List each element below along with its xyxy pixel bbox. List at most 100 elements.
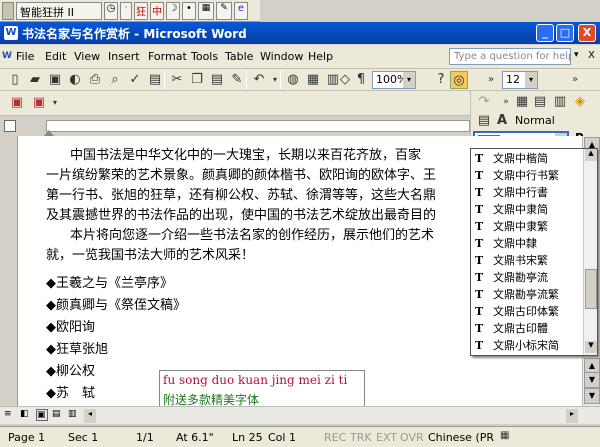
map-icon[interactable]: ◈: [571, 93, 589, 111]
status-ext[interactable]: EXT: [376, 431, 397, 444]
status-pages: 1/1: [136, 431, 154, 444]
hyperlink-icon[interactable]: ◍: [284, 71, 302, 89]
grip-icon[interactable]: [2, 2, 14, 20]
styles-pane-icon[interactable]: ▤: [475, 112, 493, 130]
menu-format[interactable]: Format: [148, 50, 187, 63]
truetype-icon: T: [475, 186, 484, 199]
scroll-up-icon[interactable]: ▲: [585, 149, 597, 161]
new-document-icon[interactable]: ▯: [6, 71, 24, 89]
format-painter-icon[interactable]: ✎: [228, 71, 246, 89]
font-item[interactable]: T 文鼎小标宋简: [475, 337, 559, 355]
minimize-button[interactable]: _: [536, 24, 554, 42]
menu-view[interactable]: View: [74, 50, 100, 63]
moon-icon[interactable]: ☽: [166, 2, 180, 20]
excel-icon[interactable]: ▤: [531, 93, 549, 111]
save-icon[interactable]: ▣: [46, 71, 64, 89]
font-item[interactable]: T 文鼎勘亭流: [475, 269, 548, 287]
scroll-down-icon[interactable]: ▼: [584, 388, 600, 404]
insert-table-icon[interactable]: ▦: [513, 93, 531, 111]
ime-mode-kuang[interactable]: 狂: [134, 2, 148, 20]
next-page-icon[interactable]: ▼: [584, 372, 600, 388]
web-view-icon[interactable]: ◧: [20, 409, 32, 421]
maximize-button[interactable]: □: [556, 24, 574, 42]
scroll-down-icon[interactable]: ▼: [585, 341, 597, 353]
pdf-icon[interactable]: ▣: [8, 94, 26, 112]
status-trk[interactable]: TRK: [350, 431, 372, 444]
read-icon[interactable]: ◎: [450, 71, 468, 89]
spelling-icon[interactable]: ✓: [126, 71, 144, 89]
close-button[interactable]: X: [578, 24, 596, 42]
menu-table[interactable]: Table: [225, 50, 253, 63]
menu-window[interactable]: Window: [260, 50, 303, 63]
clock-icon[interactable]: ◷: [104, 2, 118, 20]
keyboard-icon[interactable]: ▦: [198, 2, 214, 20]
print-icon[interactable]: ⎙: [86, 71, 104, 89]
menu-file[interactable]: File: [16, 50, 34, 63]
font-item[interactable]: T 文鼎中隸: [475, 235, 537, 253]
tab-selector[interactable]: [4, 120, 16, 132]
print-preview-icon[interactable]: ⌕: [106, 71, 124, 89]
toolbar-overflow-icon[interactable]: »: [482, 71, 500, 89]
menu-tools[interactable]: Tools: [191, 50, 218, 63]
dot-icon[interactable]: ·: [120, 2, 132, 20]
help-dropdown-icon[interactable]: ▾: [574, 50, 579, 60]
font-item[interactable]: T 文鼎古印體: [475, 320, 548, 338]
spelling-status-icon[interactable]: ▦: [500, 430, 514, 444]
settings-icon[interactable]: ✎: [216, 2, 232, 20]
status-rec[interactable]: REC: [324, 431, 346, 444]
font-item[interactable]: T 文鼎勘亭流繁: [475, 286, 559, 304]
doc-icon[interactable]: W: [2, 51, 14, 63]
style-value[interactable]: Normal: [515, 114, 555, 127]
font-item[interactable]: T 文鼎书宋繁: [475, 252, 548, 270]
menu-help[interactable]: Help: [308, 50, 333, 63]
toolbar-options-icon[interactable]: ▾: [46, 94, 64, 112]
font-item[interactable]: T 文鼎中隶繁: [475, 218, 548, 236]
show-hide-icon[interactable]: ¶: [352, 71, 370, 89]
font-item[interactable]: T 文鼎中行书繁: [475, 167, 559, 185]
font-item[interactable]: T 文鼎中楷简: [475, 150, 548, 168]
font-size-dropdown-icon[interactable]: ▾: [525, 72, 537, 88]
help-icon[interactable]: e: [234, 2, 248, 20]
close-document-icon[interactable]: X: [588, 50, 595, 61]
toolbar-overflow-icon-2[interactable]: »: [566, 71, 584, 89]
menu-edit[interactable]: Edit: [45, 50, 66, 63]
print-view-icon[interactable]: ▣: [36, 409, 48, 421]
reading-view-icon[interactable]: ▥: [68, 409, 80, 421]
pinyin-input[interactable]: fu song duo kuan jing mei zi ti: [163, 373, 347, 387]
word-app-icon[interactable]: W: [4, 26, 18, 40]
menu-insert[interactable]: Insert: [108, 50, 140, 63]
zoom-select[interactable]: 100% ▾: [372, 71, 416, 89]
scroll-left-icon[interactable]: ◂: [84, 409, 96, 423]
font-list-scrollbar[interactable]: ▲ ▼: [583, 149, 597, 355]
paste-icon[interactable]: ▤: [208, 71, 226, 89]
scroll-thumb[interactable]: [585, 269, 597, 309]
font-size-select[interactable]: 12 ▾: [502, 71, 538, 89]
zoom-dropdown-icon[interactable]: ▾: [403, 72, 415, 88]
tables-borders-icon[interactable]: ▦: [304, 71, 322, 89]
paragraph-line: 第一行书、张旭的狂草，还有柳公权、苏轼、徐渭等等，这些大名鼎: [46, 188, 437, 203]
punctuation-icon[interactable]: •: [182, 2, 196, 20]
font-item[interactable]: T 文鼎中行書: [475, 184, 548, 202]
style-icon[interactable]: A: [493, 112, 511, 130]
document-map-icon[interactable]: ▥: [551, 93, 569, 111]
help-icon[interactable]: ?: [432, 71, 450, 89]
undo-dropdown-icon[interactable]: ▾: [266, 71, 284, 89]
normal-view-icon[interactable]: ≡: [4, 409, 16, 421]
open-folder-icon[interactable]: ▰: [26, 71, 44, 89]
status-ovr[interactable]: OVR: [400, 431, 424, 444]
help-search-input[interactable]: Type a question for help: [449, 48, 571, 65]
research-icon[interactable]: ▤: [146, 71, 164, 89]
ime-mode-zhong[interactable]: 中: [150, 2, 164, 20]
scroll-right-icon[interactable]: ▸: [566, 409, 578, 423]
redo-icon[interactable]: ↷: [475, 93, 493, 111]
copy-icon[interactable]: ❐: [188, 71, 206, 89]
font-item[interactable]: T 文鼎中隶简: [475, 201, 548, 219]
vertical-ruler[interactable]: [0, 136, 18, 406]
permission-icon[interactable]: ◐: [66, 71, 84, 89]
ime-title[interactable]: 智能狂拼 II: [16, 2, 102, 20]
cut-icon[interactable]: ✂: [168, 71, 186, 89]
outline-view-icon[interactable]: ▤: [52, 409, 64, 421]
horizontal-scrollbar[interactable]: ≡ ◧ ▣ ▤ ▥ ◂ ▸: [0, 406, 600, 424]
font-item[interactable]: T 文鼎古印体繁: [475, 303, 559, 321]
horizontal-ruler[interactable]: [0, 116, 470, 136]
